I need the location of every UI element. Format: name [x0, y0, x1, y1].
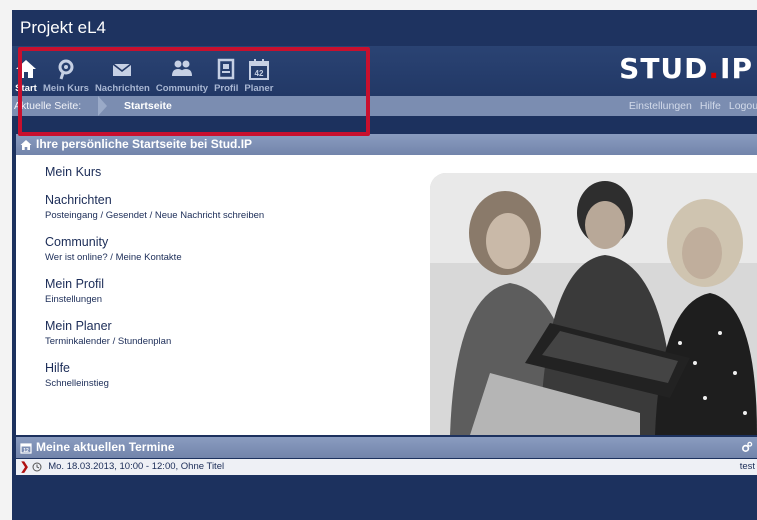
menu-link-community[interactable]: Community — [45, 235, 264, 249]
menu-sublinks: Wer ist online? / Meine Kontakte — [45, 252, 182, 263]
appointment-link-test[interactable]: test — [740, 459, 755, 475]
menu-group-community: Community Wer ist online? / Meine Kontak… — [45, 235, 264, 263]
sublink-posteingang[interactable]: Posteingang — [45, 210, 98, 221]
sublink-terminkalender[interactable]: Terminkalender — [45, 336, 110, 347]
sublink-wer-ist-online[interactable]: Wer ist online? — [45, 252, 108, 263]
settings-gear-icon[interactable] — [741, 441, 753, 453]
logo-dot: . — [708, 52, 721, 85]
menu-group-mein-planer: Mein Planer Terminkalender / Stundenplan — [45, 319, 264, 347]
nav-item-profil[interactable]: Profil — [211, 46, 241, 94]
nav-item-community[interactable]: Community — [153, 46, 211, 94]
menu-sublinks: Posteingang / Gesendet / Neue Nachricht … — [45, 210, 265, 221]
settings-link[interactable]: Einstellungen — [629, 96, 692, 116]
profile-icon — [217, 58, 235, 80]
appointments-panel-title: 12 Meine aktuellen Termine — [16, 437, 757, 458]
start-menu: Mein Kurs Nachrichten Posteingang / Gese… — [45, 165, 264, 403]
nav-label: Mein Kurs — [43, 83, 89, 94]
breadcrumb-label: Aktuelle Seite: — [14, 100, 82, 112]
project-title: Projekt eL4 — [12, 10, 757, 46]
start-panel-title-text: Ihre persönliche Startseite bei Stud.IP — [36, 137, 253, 151]
main-navigation: Start Mein Kurs Nachrichten Community Pr… — [12, 46, 276, 96]
chevron-right-icon[interactable]: ❯ — [20, 459, 29, 475]
calendar-icon: 12 — [20, 442, 32, 454]
menu-group-mein-kurs: Mein Kurs — [45, 165, 264, 179]
home-icon — [20, 139, 32, 150]
header-links: Einstellungen Hilfe Logout — [629, 96, 757, 116]
menu-link-mein-profil[interactable]: Mein Profil — [45, 277, 264, 291]
menu-group-hilfe: Hilfe Schnelleinstieg — [45, 361, 264, 389]
menu-link-mein-planer[interactable]: Mein Planer — [45, 319, 264, 333]
nav-label: Nachrichten — [94, 83, 150, 94]
header-bar: Start Mein Kurs Nachrichten Community Pr… — [12, 46, 757, 96]
breadcrumb-current: Startseite — [124, 100, 172, 112]
mail-icon — [112, 63, 132, 76]
nav-item-start[interactable]: Start — [12, 46, 40, 94]
nav-label: Planer — [244, 83, 274, 94]
students-photo — [430, 173, 757, 435]
menu-link-nachrichten[interactable]: Nachrichten — [45, 193, 264, 207]
menu-sublinks: Schnelleinstieg — [45, 378, 264, 389]
start-panel-title: Ihre persönliche Startseite bei Stud.IP — [16, 134, 757, 155]
logo-text-main: STUD — [619, 52, 709, 85]
calendar-badge: 12 — [23, 448, 29, 454]
nav-item-nachrichten[interactable]: Nachrichten — [92, 46, 153, 94]
students-illustration — [430, 173, 757, 435]
menu-group-nachrichten: Nachrichten Posteingang / Gesendet / Neu… — [45, 193, 264, 221]
start-panel-body: Mein Kurs Nachrichten Posteingang / Gese… — [16, 155, 757, 435]
nav-item-planer[interactable]: 42 Planer — [241, 46, 276, 94]
nav-label: Community — [155, 83, 209, 94]
nav-label: Start — [15, 83, 37, 94]
appointments-title-text: Meine aktuellen Termine — [36, 440, 175, 454]
logout-link[interactable]: Logout — [729, 96, 757, 116]
sublink-stundenplan[interactable]: Stundenplan — [118, 336, 171, 347]
community-icon — [171, 60, 192, 76]
menu-sublinks: Einstellungen — [45, 294, 264, 305]
breadcrumb-arrow — [98, 96, 107, 116]
menu-link-hilfe[interactable]: Hilfe — [45, 361, 264, 375]
calendar-icon: 42 — [248, 59, 269, 80]
clock-icon — [32, 462, 42, 472]
help-link[interactable]: Hilfe — [700, 96, 721, 116]
sublink-gesendet[interactable]: Gesendet — [106, 210, 147, 221]
menu-link-mein-kurs[interactable]: Mein Kurs — [45, 165, 264, 179]
calendar-badge: 42 — [254, 69, 263, 78]
studip-logo: STUD.IP — [619, 52, 753, 85]
nav-item-mein-kurs[interactable]: Mein Kurs — [40, 46, 92, 94]
sublink-meine-kontakte[interactable]: Meine Kontakte — [116, 252, 182, 263]
appointment-row[interactable]: ❯ Mo. 18.03.2013, 10:00 - 12:00, Ohne Ti… — [16, 459, 757, 475]
appointment-text: Mo. 18.03.2013, 10:00 - 12:00, Ohne Tite… — [48, 461, 225, 472]
sublink-neue-nachricht[interactable]: Neue Nachricht schreiben — [155, 210, 264, 221]
home-icon — [16, 60, 36, 78]
menu-sublinks: Terminkalender / Stundenplan — [45, 336, 172, 347]
course-icon — [58, 59, 74, 80]
logo-text-tail: IP — [720, 52, 753, 85]
sublink-einstellungen[interactable]: Einstellungen — [45, 294, 102, 305]
nav-label: Profil — [214, 83, 239, 94]
menu-group-mein-profil: Mein Profil Einstellungen — [45, 277, 264, 305]
studip-window: Projekt eL4 Start Mein Kurs Nachrichten … — [12, 10, 757, 520]
sublink-schnelleinstieg[interactable]: Schnelleinstieg — [45, 378, 109, 389]
breadcrumb: Aktuelle Seite: Startseite Einstellungen… — [12, 96, 757, 116]
